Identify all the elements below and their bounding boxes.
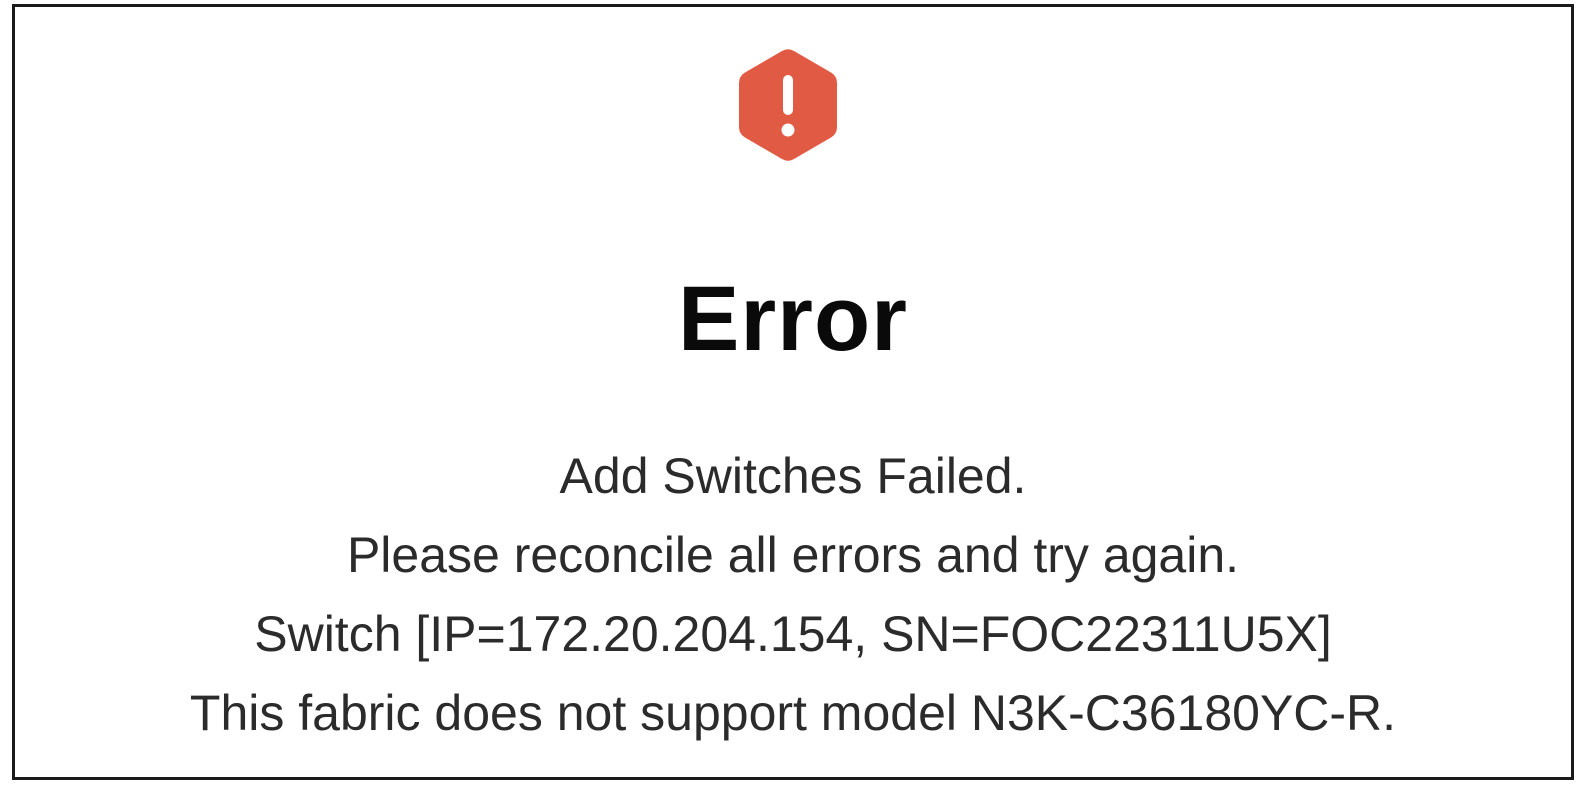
message-line: This fabric does not support model N3K-C… [189,685,1397,741]
error-title: Error [678,268,908,370]
error-hexagon-icon [733,45,843,165]
message-line: Add Switches Failed. [559,448,1027,504]
message-line: Please reconcile all errors and try agai… [346,527,1240,583]
error-dialog: Error Add Switches Failed. Please reconc… [12,4,1574,780]
message-line: Switch [IP=172.20.204.154, SN=FOC22311U5… [254,606,1332,662]
error-message: Add Switches Failed. Please reconcile al… [15,437,1571,753]
